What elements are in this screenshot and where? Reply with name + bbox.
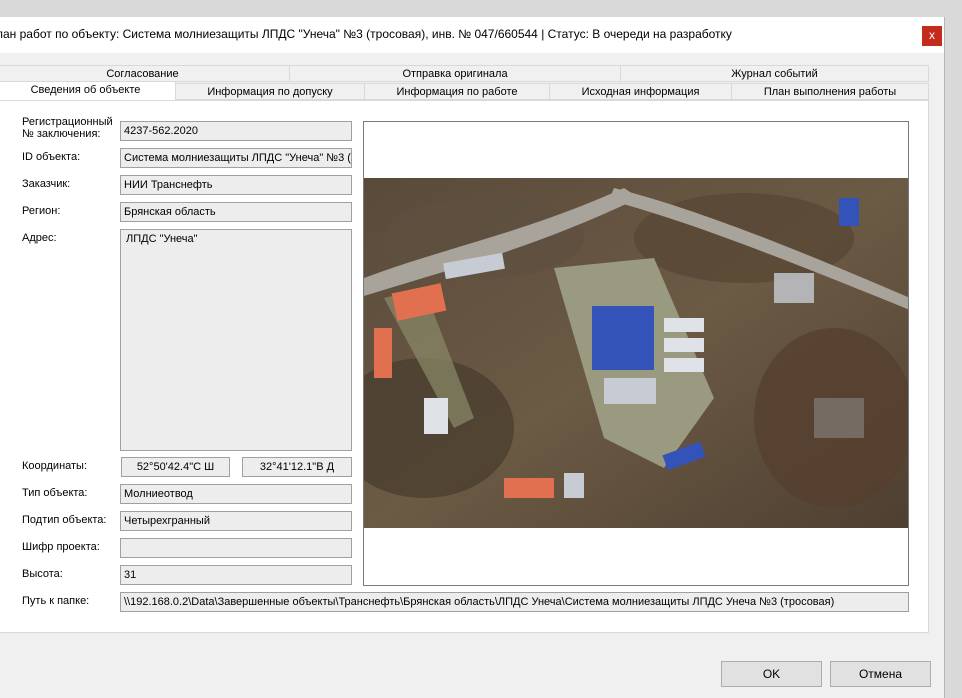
reg-number-field[interactable]: 4237-562.2020: [120, 121, 352, 141]
object-type-label: Тип объекта:: [22, 487, 88, 499]
dialog-footer: OK Отмена: [0, 648, 944, 698]
cancel-button[interactable]: Отмена: [830, 661, 931, 687]
window-title: лан работ по объекту: Система молниезащи…: [0, 27, 732, 41]
object-subtype-label: Подтип объекта:: [22, 514, 107, 526]
tab-work-plan[interactable]: План выполнения работы: [731, 83, 929, 100]
close-button[interactable]: x: [922, 26, 942, 46]
object-id-field[interactable]: Система молниезащиты ЛПДС "Унеча" №3 (т: [120, 148, 352, 168]
tab-original-sending[interactable]: Отправка оригинала: [289, 65, 621, 82]
satellite-photo: [364, 178, 908, 528]
tab-work-info[interactable]: Информация по работе: [364, 83, 550, 100]
reg-number-label-line1: Регистрационный: [22, 116, 113, 128]
latitude-field[interactable]: 52°50'42.4"С Ш: [121, 457, 230, 477]
address-label: Адрес:: [22, 232, 57, 244]
project-code-field[interactable]: [120, 538, 352, 558]
satellite-photo-frame: [363, 121, 909, 586]
tab-approval[interactable]: Согласование: [0, 65, 290, 82]
longitude-field[interactable]: 32°41'12.1"В Д: [242, 457, 352, 477]
ok-button[interactable]: OK: [721, 661, 822, 687]
region-field[interactable]: Брянская область: [120, 202, 352, 222]
region-label: Регион:: [22, 205, 61, 217]
tab-strip: Согласование Отправка оригинала Журнал с…: [0, 63, 944, 101]
customer-field[interactable]: НИИ Транснефть: [120, 175, 352, 195]
dialog-window: лан работ по объекту: Система молниезащи…: [0, 17, 945, 698]
project-code-label: Шифр проекта:: [22, 541, 100, 553]
tab-event-log[interactable]: Журнал событий: [620, 65, 929, 82]
object-id-label: ID объекта:: [22, 151, 81, 163]
tab-admission-info[interactable]: Информация по допуску: [175, 83, 365, 100]
object-type-field[interactable]: Молниеотвод: [120, 484, 352, 504]
folder-path-label: Путь к папке:: [22, 595, 90, 607]
address-textarea[interactable]: ЛПДС "Унеча": [120, 229, 352, 451]
height-label: Высота:: [22, 568, 63, 580]
customer-label: Заказчик:: [22, 178, 71, 190]
tab-source-info[interactable]: Исходная информация: [549, 83, 732, 100]
height-field[interactable]: 31: [120, 565, 352, 585]
reg-number-label-line2: № заключения:: [22, 128, 101, 140]
tab-object-info[interactable]: Сведения об объекте: [0, 81, 176, 101]
coordinates-label: Координаты:: [22, 460, 88, 472]
title-bar[interactable]: лан работ по объекту: Система молниезащи…: [0, 17, 944, 53]
object-subtype-field[interactable]: Четырехгранный: [120, 511, 352, 531]
object-info-panel: Регистрационный № заключения: 4237-562.2…: [0, 100, 929, 633]
folder-path-field[interactable]: \\192.168.0.2\Data\Завершенные объекты\Т…: [120, 592, 909, 612]
